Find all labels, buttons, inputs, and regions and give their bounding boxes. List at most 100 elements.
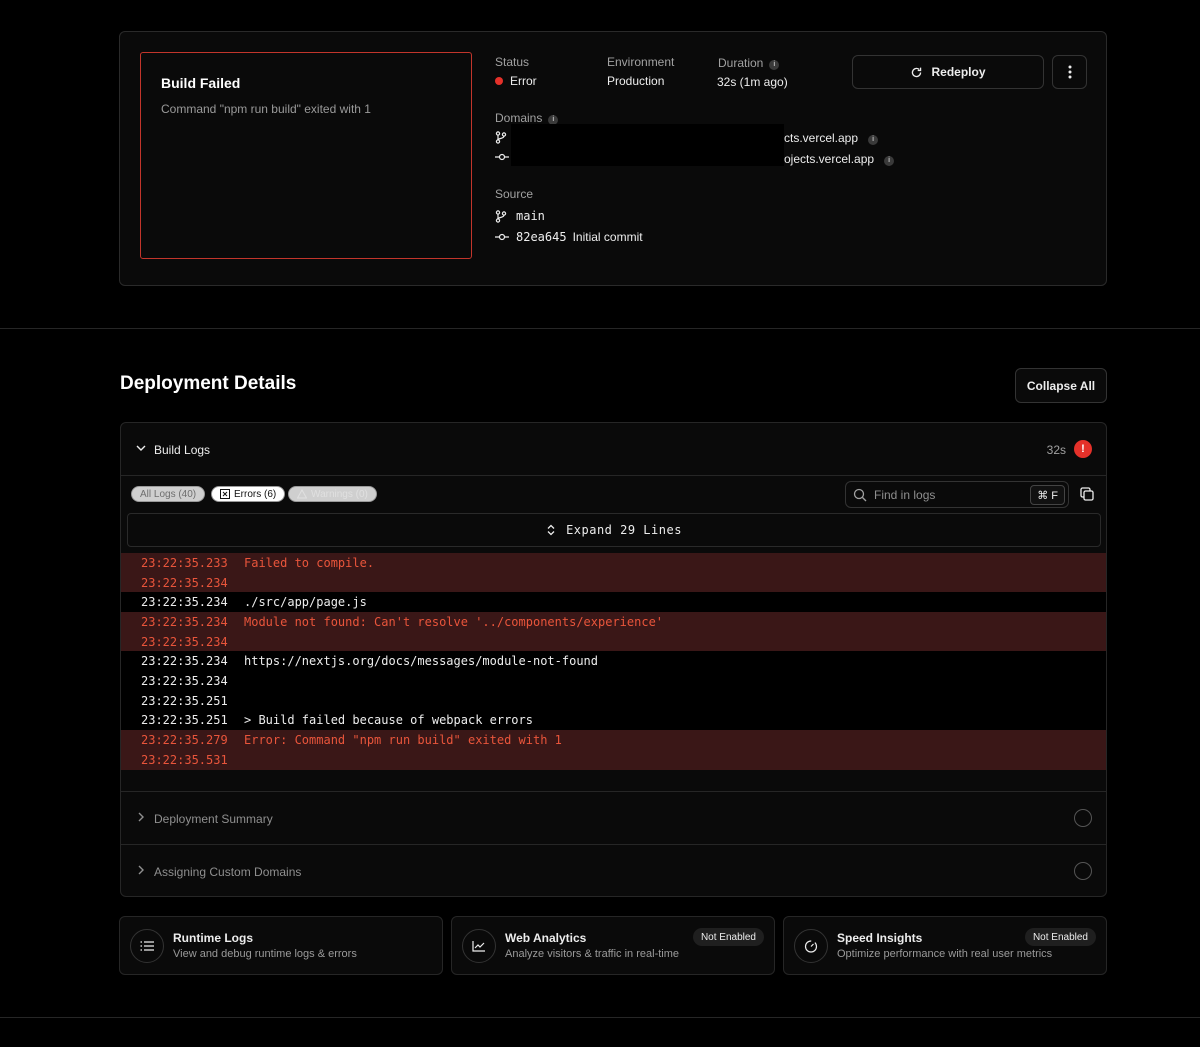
deployment-card: Build Failed Command "npm run build" exi… (119, 31, 1107, 286)
collapse-all-button[interactable]: Collapse All (1015, 368, 1107, 403)
log-timestamp: 23:22:35.234 (141, 595, 228, 610)
accordion-label: Assigning Custom Domains (154, 865, 302, 879)
environment-value: Production (607, 74, 665, 88)
deployment-preview[interactable]: Build Failed Command "npm run build" exi… (140, 52, 472, 259)
log-timestamp: 23:22:35.234 (141, 654, 228, 669)
build-logs-title: Build Logs (154, 443, 211, 457)
log-timestamp: 23:22:35.531 (141, 752, 228, 767)
git-commit-icon (495, 153, 509, 161)
log-message: https://nextjs.org/docs/messages/module-… (244, 654, 599, 669)
branch-name[interactable]: main (516, 209, 545, 223)
feature-title: Web Analytics (505, 931, 587, 945)
log-timestamp: 23:22:35.251 (141, 713, 228, 728)
commit-message[interactable]: Initial commit (573, 230, 643, 244)
filter-warnings[interactable]: Warnings (0) (288, 486, 377, 502)
pending-circle-icon (1074, 862, 1092, 880)
info-icon[interactable]: i (769, 60, 780, 70)
log-message: > Build failed because of webpack errors (244, 713, 533, 728)
accordion-deployment-summary[interactable]: Deployment Summary (121, 791, 1106, 844)
analytics-chart-icon (462, 929, 496, 963)
feature-desc: Analyze visitors & traffic in real-time (505, 948, 680, 960)
log-row-error: 23:22:35.234 (121, 631, 1106, 652)
status-value: Error (495, 74, 537, 88)
source-branch[interactable]: main (495, 209, 545, 223)
search-icon (853, 488, 867, 501)
chevron-right-icon (138, 865, 144, 875)
error-badge-icon: ! (1074, 440, 1092, 458)
search-shortcut: ⌘ F (1030, 485, 1065, 505)
log-timestamp: 23:22:35.251 (141, 693, 228, 708)
redeploy-button[interactable]: Redeploy (852, 55, 1044, 89)
feature-desc: View and debug runtime logs & errors (173, 948, 357, 960)
preview-subtitle: Command "npm run build" exited with 1 (161, 102, 371, 116)
runtime-logs-card[interactable]: Runtime Logs View and debug runtime logs… (119, 916, 443, 975)
filter-all-logs[interactable]: All Logs (40) (131, 486, 206, 502)
expand-lines-button[interactable]: Expand 29 Lines (127, 513, 1101, 547)
not-enabled-badge: Not Enabled (692, 928, 764, 946)
refresh-icon (912, 67, 922, 77)
duration-label-text: Duration (718, 56, 764, 70)
section-title: Deployment Details (120, 373, 297, 394)
domain-row-commit (495, 153, 509, 161)
log-row: 23:22:35.234 (121, 671, 1106, 691)
git-commit-icon (495, 233, 509, 241)
log-timestamp: 23:22:35.234 (141, 575, 228, 590)
feature-desc: Optimize performance with real user metr… (837, 948, 1053, 960)
build-logs-header[interactable]: Build Logs 32s ! (121, 423, 1106, 476)
speed-insights-card[interactable]: Speed Insights Optimize performance with… (783, 916, 1107, 975)
expand-chevrons-icon (547, 524, 555, 536)
info-icon[interactable]: i (868, 135, 879, 145)
deployment-details-card: Build Logs 32s ! All Logs (40) Errors (6… (120, 422, 1107, 897)
pending-circle-icon (1074, 809, 1092, 827)
log-timestamp: 23:22:35.234 (141, 614, 228, 629)
vertical-dots-icon (1068, 65, 1071, 79)
commit-hash[interactable]: 82ea645 (516, 230, 567, 244)
expand-label: Expand 29 Lines (566, 523, 682, 537)
speed-gauge-icon (794, 929, 828, 963)
search-placeholder: Find in logs (874, 487, 936, 502)
info-icon[interactable]: i (884, 156, 895, 166)
domains-label-text: Domains (495, 111, 543, 125)
status-text: Error (510, 74, 537, 88)
redeploy-label: Redeploy (931, 65, 986, 79)
build-duration: 32s (1046, 443, 1066, 457)
list-icon (130, 929, 164, 963)
domain-link[interactable]: ojects.vercel.app i (784, 152, 895, 166)
source-label: Source (495, 187, 534, 201)
redacted-domain-block (511, 124, 784, 166)
more-options-button[interactable] (1052, 55, 1087, 89)
chevron-down-icon (136, 445, 146, 451)
log-message: Module not found: Can't resolve '../comp… (244, 614, 664, 629)
accordion-label: Deployment Summary (154, 812, 273, 826)
filter-errors-label: Errors (6) (234, 488, 277, 500)
environment-label: Environment (607, 55, 675, 69)
domain-text[interactable]: cts.vercel.app (784, 131, 858, 145)
domain-link[interactable]: cts.vercel.app i (784, 131, 879, 145)
footer-divider (0, 1017, 1200, 1018)
chevron-right-icon (138, 812, 144, 822)
web-analytics-card[interactable]: Web Analytics Analyze visitors & traffic… (451, 916, 775, 975)
not-enabled-badge: Not Enabled (1024, 928, 1096, 946)
filter-warnings-label: Warnings (0) (311, 488, 368, 500)
warning-triangle-icon (297, 489, 307, 499)
domain-row-branch (495, 131, 507, 144)
log-timestamp: 23:22:35.234 (141, 673, 228, 688)
log-row-error: 23:22:35.234 Module not found: Can't reso… (121, 612, 1106, 632)
domains-label: Domains i (495, 111, 559, 125)
copy-icon[interactable] (1079, 486, 1095, 502)
accordion-custom-domains[interactable]: Assigning Custom Domains (121, 844, 1106, 896)
log-message: Failed to compile. (244, 555, 375, 570)
duration-label: Duration i (718, 56, 780, 70)
log-timestamp: 23:22:35.234 (141, 634, 228, 649)
domain-text[interactable]: ojects.vercel.app (784, 152, 874, 166)
filter-errors[interactable]: Errors (6) (211, 486, 286, 502)
git-branch-icon (495, 209, 507, 223)
feature-title: Runtime Logs (173, 931, 253, 945)
error-dot-icon (495, 77, 503, 85)
log-search-input[interactable]: Find in logs ⌘ F (845, 481, 1069, 508)
log-list: 23:22:35.233 Failed to compile. 23:22:35.2… (121, 553, 1106, 770)
source-commit[interactable]: 82ea645 Initial commit (495, 230, 643, 244)
section-divider (0, 328, 1200, 329)
log-row-error: 23:22:35.234 (121, 572, 1106, 593)
log-row-error: 23:22:35.279 Error: Command "npm run buil… (121, 730, 1106, 750)
